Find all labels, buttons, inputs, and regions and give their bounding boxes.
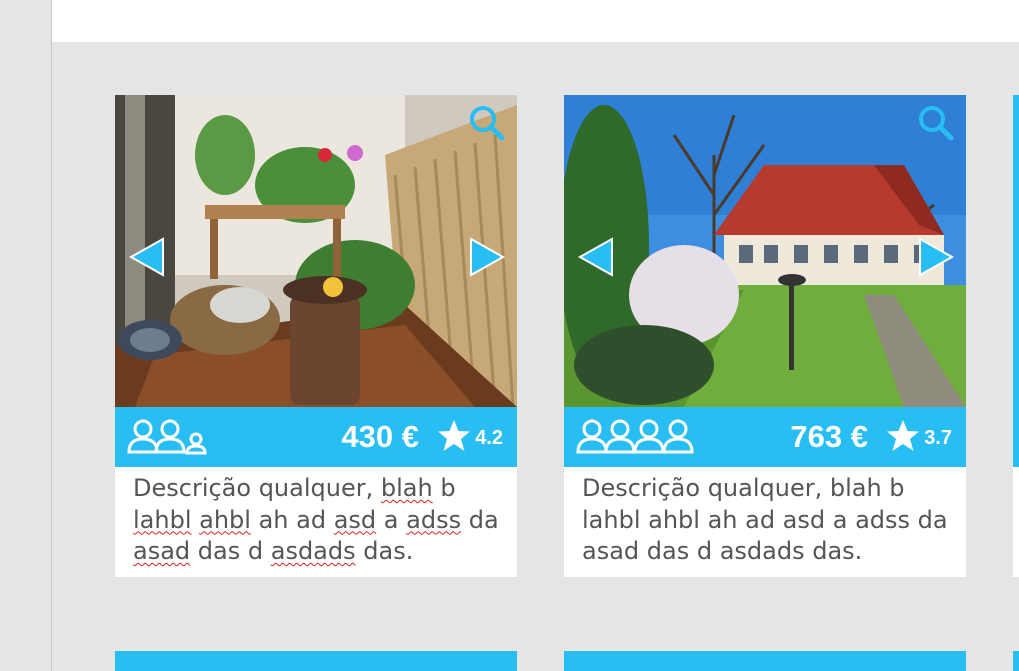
listing-card-next-row[interactable] <box>564 651 966 671</box>
listing-card-partial[interactable] <box>1013 95 1019 407</box>
listing-card[interactable]: 430 € 4.2 Descrição qualquer, blah b lah… <box>115 95 517 577</box>
left-sidebar <box>0 0 52 671</box>
listing-card-partial-description <box>1013 467 1019 577</box>
rating-value: 4.2 <box>475 427 503 449</box>
listing-card-partial-infobar <box>1013 407 1019 467</box>
rating-value: 3.7 <box>924 427 952 449</box>
listing-info-bar: 763 € 3.7 <box>564 407 966 467</box>
listing-photo-balcony[interactable] <box>115 95 517 407</box>
price-label: 763 € <box>790 419 868 454</box>
balcony-photo <box>115 95 517 407</box>
next-photo-arrow-icon[interactable] <box>467 237 507 277</box>
star-icon <box>887 420 919 451</box>
guests-icon <box>127 419 207 455</box>
listing-description: Descrição qualquer, blah b lahbl ahbl ah… <box>133 474 499 565</box>
listing-card-next-row[interactable] <box>115 651 517 671</box>
house-photo <box>564 95 966 407</box>
zoom-icon[interactable] <box>916 103 956 143</box>
listing-info-bar: 430 € 4.2 <box>115 407 517 467</box>
listing-card-next-row[interactable] <box>1013 651 1019 671</box>
listing-card[interactable]: 763 € 3.7 Descrição qualquer, blah b lah… <box>564 95 966 577</box>
top-bar <box>52 0 1019 42</box>
previous-photo-arrow-icon[interactable] <box>127 237 167 277</box>
listing-description: Descrição qualquer, blah b lahbl ahbl ah… <box>582 474 948 565</box>
guests-icon <box>576 419 694 454</box>
star-icon <box>438 420 470 451</box>
price-label: 430 € <box>341 419 419 454</box>
previous-photo-arrow-icon[interactable] <box>576 237 616 277</box>
zoom-icon[interactable] <box>467 103 507 143</box>
next-photo-arrow-icon[interactable] <box>916 237 956 277</box>
listing-photo-house[interactable] <box>564 95 966 407</box>
